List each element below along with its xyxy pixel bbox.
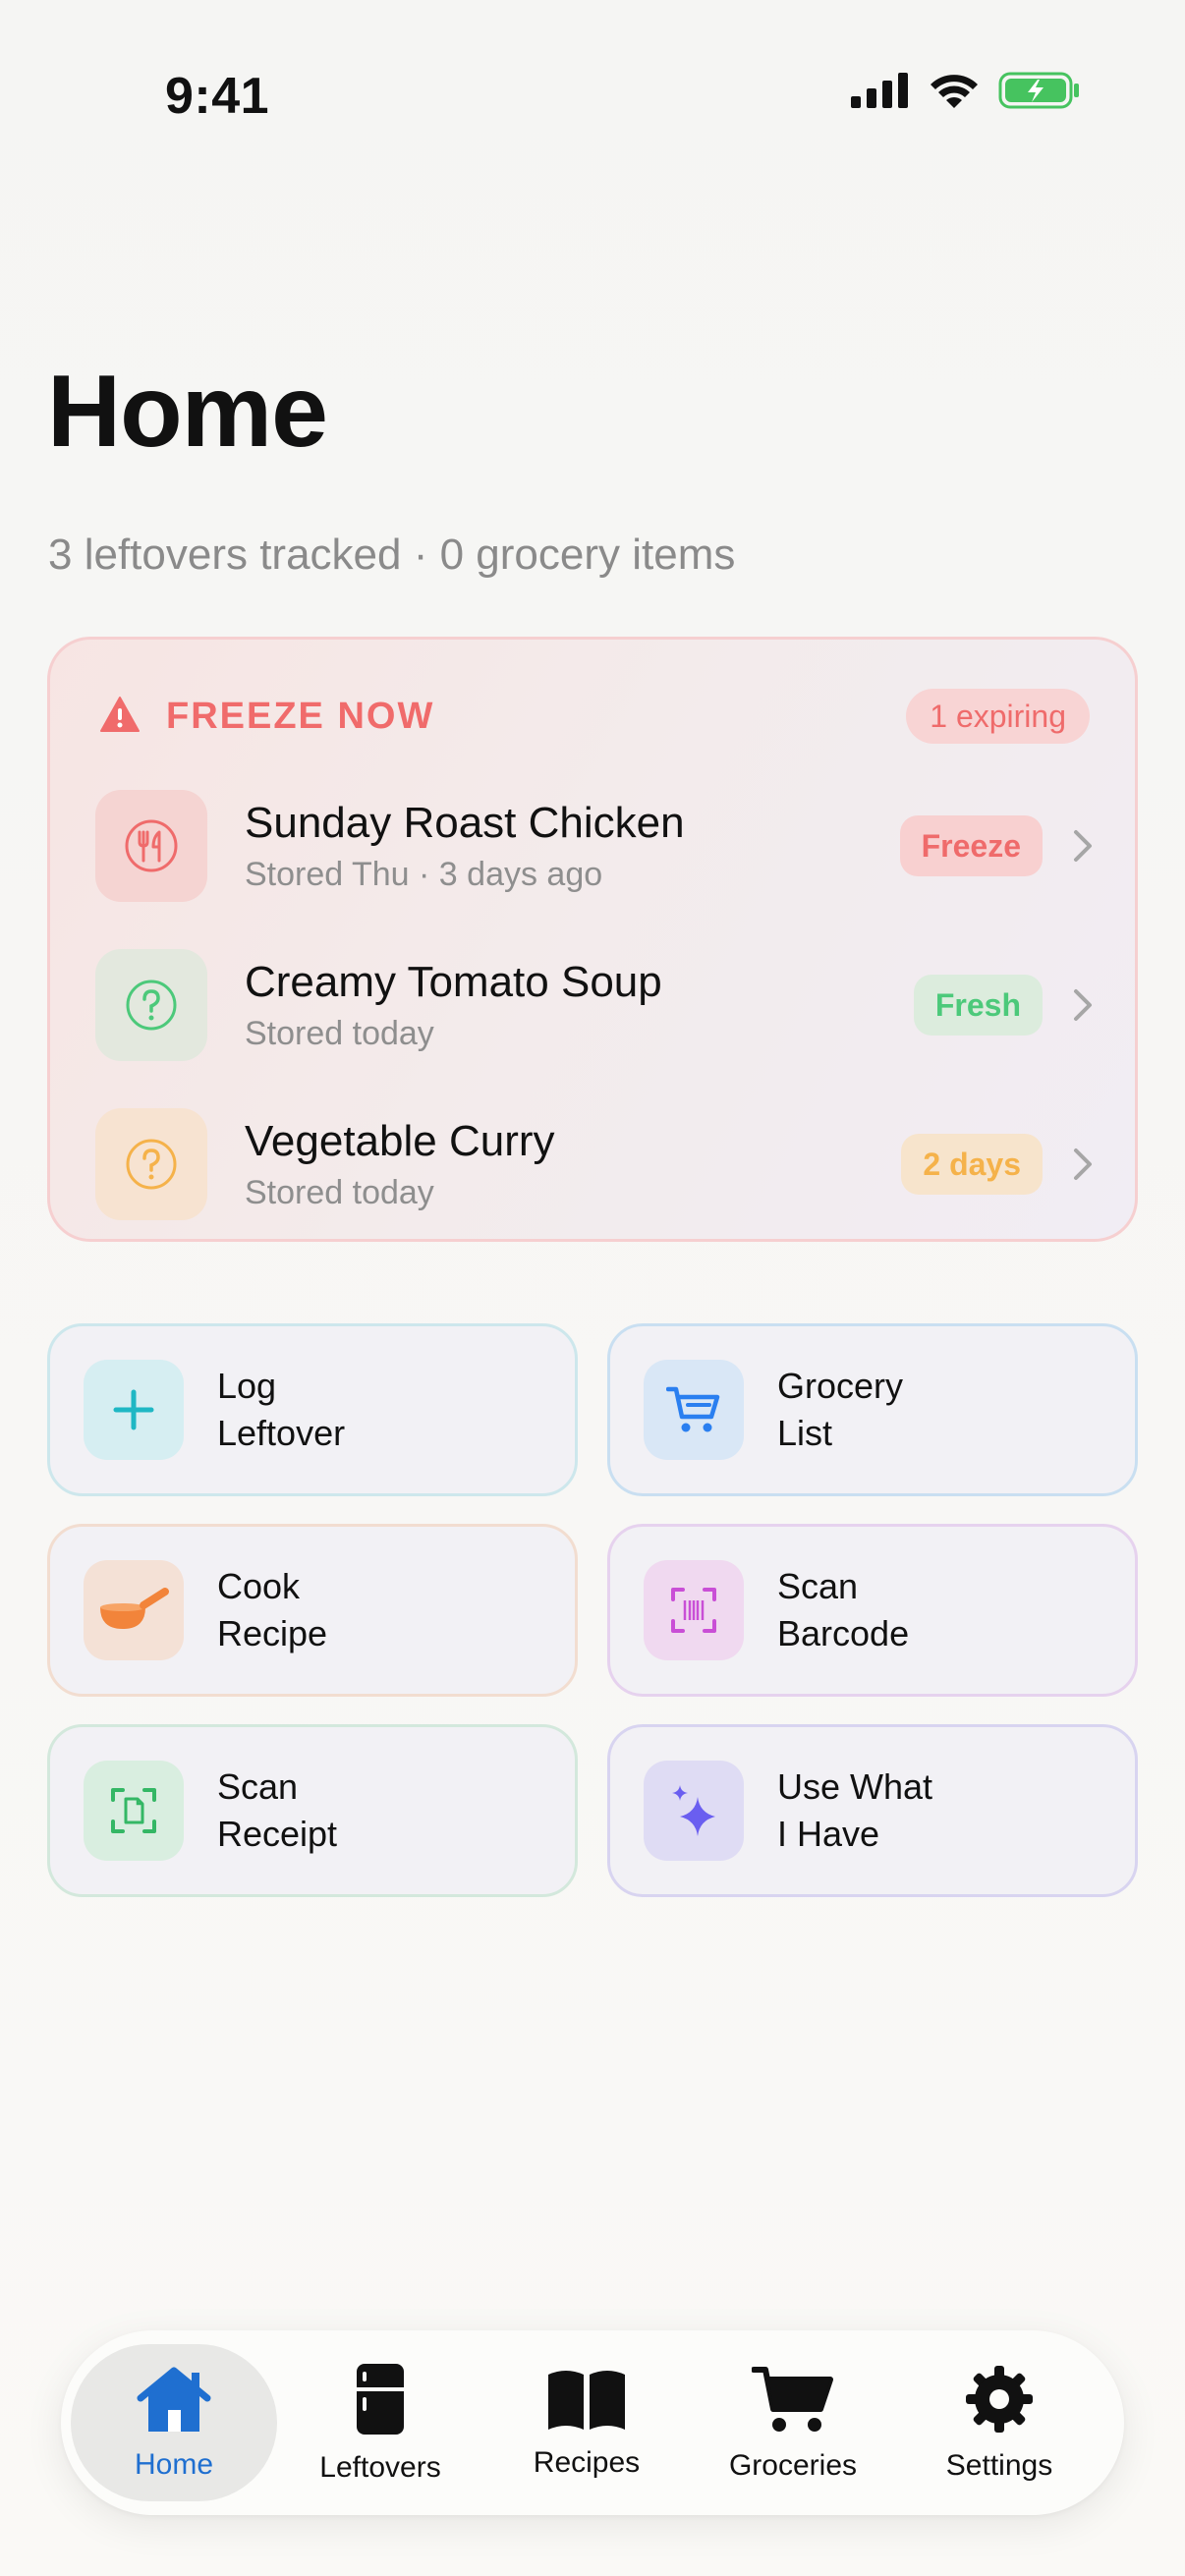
leftover-text: Creamy Tomato Soup Stored today [245, 958, 662, 1053]
leftover-name: Sunday Roast Chicken [245, 798, 685, 847]
action-label-line2: Leftover [217, 1413, 346, 1453]
chevron-right-icon [1068, 829, 1098, 863]
action-label: Cook Recipe [217, 1563, 327, 1657]
status-badge: Fresh [913, 975, 1043, 1036]
tab-label: Recipes [533, 2445, 641, 2479]
status-badge: 2 days [901, 1134, 1043, 1195]
barcode-scan-icon [644, 1560, 744, 1660]
grocery-list-button[interactable]: Grocery List [607, 1323, 1138, 1496]
action-label: Scan Barcode [777, 1563, 909, 1657]
tab-groceries[interactable]: Groceries [690, 2344, 896, 2501]
warning-icon [99, 696, 141, 738]
action-label-line1: Cook [217, 1566, 301, 1606]
leftover-name: Creamy Tomato Soup [245, 957, 662, 1006]
house-icon [135, 2365, 213, 2438]
status-icons [851, 71, 1081, 115]
action-label-line2: Recipe [217, 1613, 328, 1653]
page-subtitle: 3 leftovers tracked · 0 grocery items [48, 531, 736, 579]
action-label: Log Leftover [217, 1363, 345, 1457]
status-time: 9:41 [165, 68, 270, 125]
leftover-stored-date: Stored today [245, 1173, 434, 1211]
status-bar: 9:41 [0, 0, 1185, 147]
leftover-row[interactable]: Sunday Roast Chicken Stored Thu · 3 days… [95, 789, 1098, 903]
chevron-right-icon [1068, 988, 1098, 1022]
question-icon [95, 949, 207, 1061]
cart-icon [644, 1360, 744, 1460]
action-label-line2: I Have [777, 1814, 880, 1854]
question-icon [95, 1108, 207, 1220]
freeze-card-header: FREEZE NOW 1 expiring [99, 687, 1090, 746]
gear-icon [964, 2364, 1035, 2439]
tab-label: Groceries [728, 2448, 858, 2482]
action-label-line2: List [777, 1413, 833, 1453]
action-label-line1: Use What [777, 1766, 933, 1807]
log-leftover-button[interactable]: Log Leftover [47, 1323, 578, 1496]
tab-bar: Home Leftovers Recipes Groceries Setting… [61, 2330, 1124, 2515]
leftover-text: Sunday Roast Chicken Stored Thu · 3 days… [245, 799, 685, 894]
action-label-line1: Scan [217, 1766, 299, 1807]
tab-recipes[interactable]: Recipes [483, 2344, 690, 2501]
leftover-name: Vegetable Curry [245, 1116, 555, 1165]
action-label-line2: Barcode [777, 1613, 910, 1653]
receipt-scan-icon [84, 1761, 184, 1861]
tab-leftovers[interactable]: Leftovers [277, 2344, 483, 2501]
freeze-now-card: FREEZE NOW 1 expiring Sunday Roast Chick… [47, 637, 1138, 1242]
tab-label: Home [134, 2447, 214, 2481]
signal-icon [851, 73, 910, 113]
expiring-count-badge: 1 expiring [906, 689, 1090, 744]
status-badge: Freeze [899, 815, 1043, 876]
leftover-stored-date: Stored today [245, 1014, 434, 1052]
pan-icon [84, 1560, 184, 1660]
scan-receipt-button[interactable]: Scan Receipt [47, 1724, 578, 1897]
cart-icon [751, 2364, 834, 2439]
scan-barcode-button[interactable]: Scan Barcode [607, 1524, 1138, 1697]
chevron-right-icon [1068, 1148, 1098, 1181]
plus-icon [84, 1360, 184, 1460]
action-label: Scan Receipt [217, 1764, 337, 1858]
action-label-line1: Grocery [777, 1366, 904, 1406]
action-label: Use What I Have [777, 1764, 932, 1858]
utensils-icon [95, 790, 207, 902]
tab-settings[interactable]: Settings [896, 2344, 1102, 2501]
tab-label: Leftovers [319, 2450, 441, 2484]
action-label-line2: Receipt [217, 1814, 338, 1854]
action-label-line1: Scan [777, 1566, 859, 1606]
leftover-text: Vegetable Curry Stored today [245, 1117, 555, 1212]
battery-icon [998, 71, 1081, 115]
tab-label: Settings [945, 2448, 1053, 2482]
action-label-line1: Log [217, 1366, 277, 1406]
freeze-card-title: FREEZE NOW [166, 695, 435, 737]
action-label: Grocery List [777, 1363, 903, 1457]
leftover-row[interactable]: Vegetable Curry Stored today 2 days [95, 1107, 1098, 1221]
leftover-stored-date: Stored Thu · 3 days ago [245, 855, 603, 893]
cook-recipe-button[interactable]: Cook Recipe [47, 1524, 578, 1697]
tab-home[interactable]: Home [71, 2344, 277, 2501]
sparkles-icon [644, 1761, 744, 1861]
page-title: Home [47, 355, 328, 469]
use-what-i-have-button[interactable]: Use What I Have [607, 1724, 1138, 1897]
book-icon [546, 2367, 627, 2436]
wifi-icon [928, 71, 981, 115]
fridge-icon [355, 2362, 406, 2441]
leftover-row[interactable]: Creamy Tomato Soup Stored today Fresh [95, 948, 1098, 1062]
